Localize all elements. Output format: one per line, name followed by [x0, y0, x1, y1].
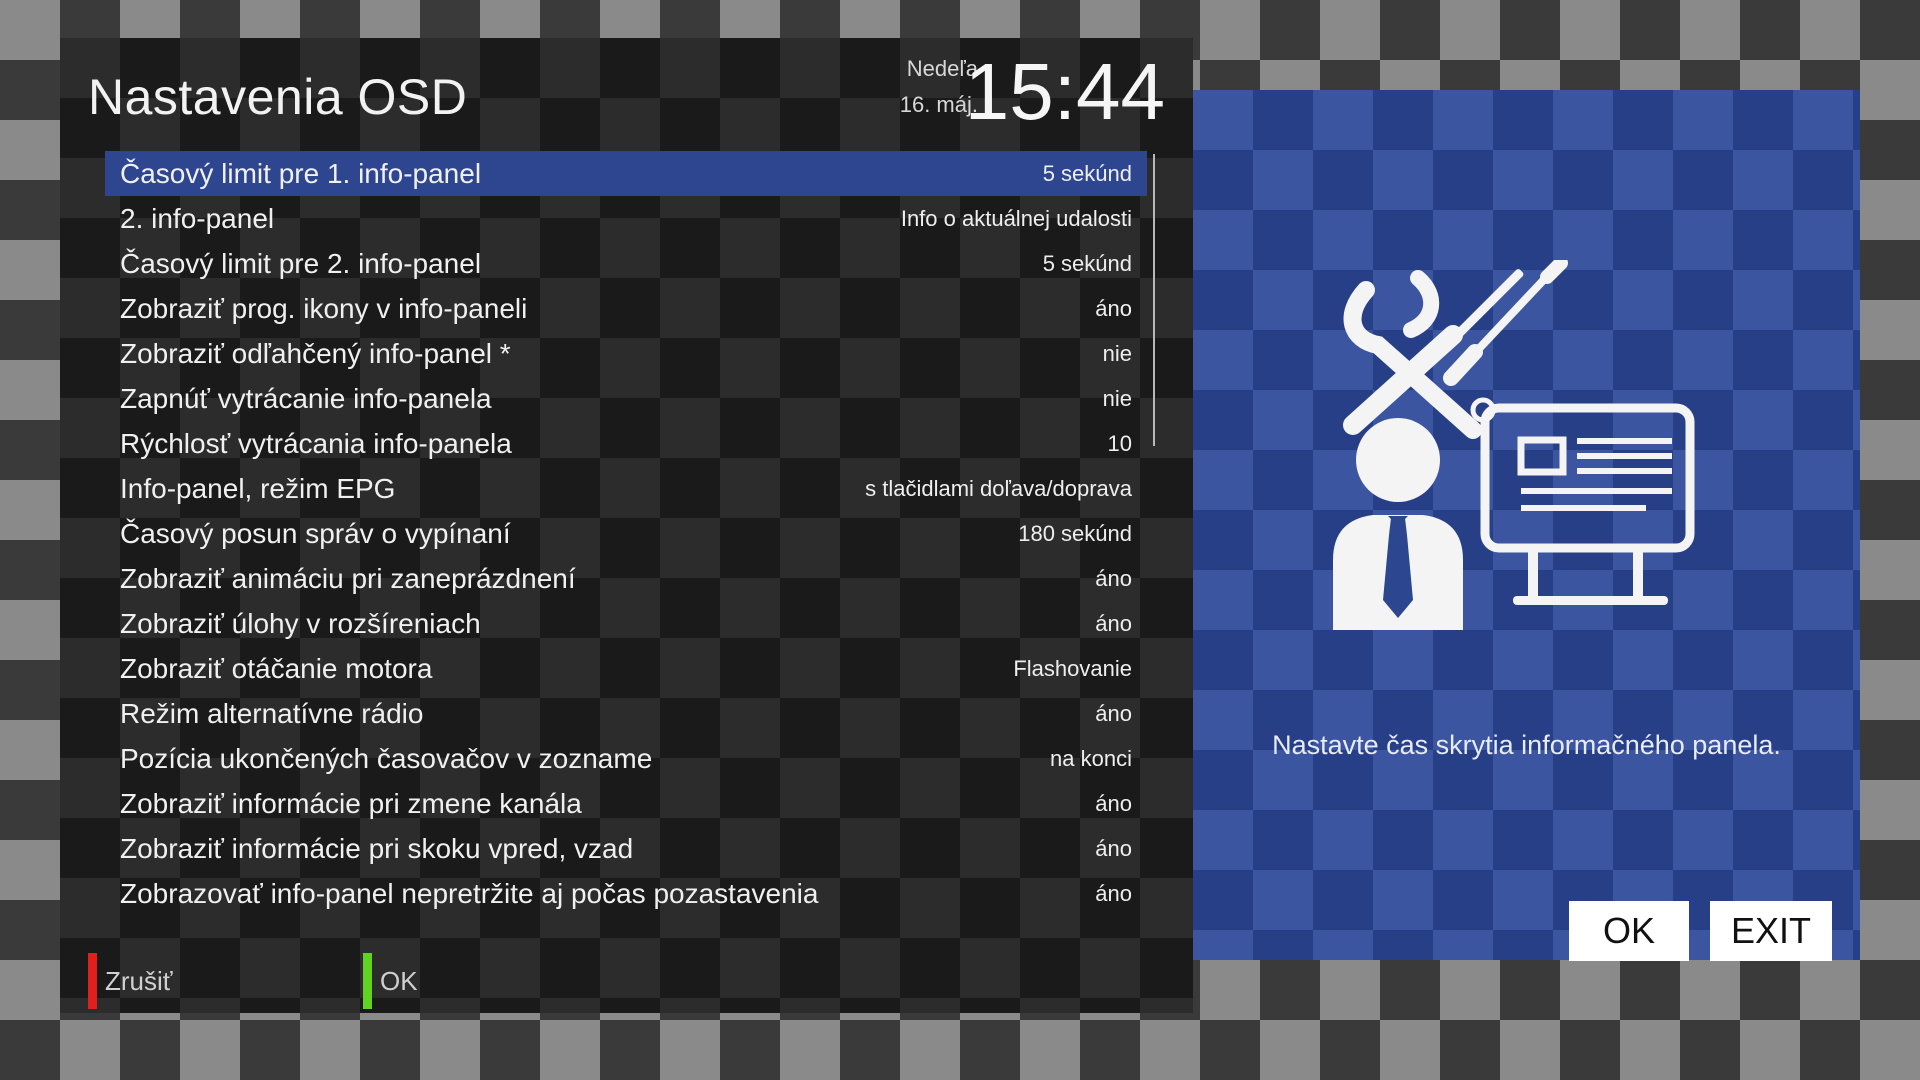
- settings-row[interactable]: Režim alternatívne rádio áno: [105, 691, 1147, 736]
- setting-value: áno: [1095, 565, 1132, 591]
- cancel-button[interactable]: Zrušiť: [88, 953, 173, 1009]
- setting-label: Časový limit pre 2. info-panel: [120, 247, 482, 279]
- setting-label: Zobraziť úlohy v rozšíreniach: [120, 607, 481, 639]
- clock: 15:44: [964, 47, 1165, 136]
- settings-panel: Nastavenia OSD Nedeľa 16. máj. 15:44 Čas…: [60, 38, 1193, 1013]
- exit-button[interactable]: EXIT: [1710, 901, 1832, 961]
- help-text: Nastavte čas skrytia informačného panela…: [1272, 730, 1781, 760]
- setting-value: na konci: [1050, 745, 1132, 771]
- ok-button[interactable]: OK: [1569, 901, 1689, 961]
- setting-value: 5 sekúnd: [1042, 160, 1132, 186]
- page-title: Nastavenia OSD: [88, 69, 468, 125]
- setting-label: Časový limit pre 1. info-panel: [120, 157, 482, 189]
- setting-label: 2. info-panel: [120, 202, 275, 234]
- green-key-indicator: [363, 953, 372, 1009]
- setting-value: s tlačidlami doľava/doprava: [865, 475, 1132, 501]
- ok-key-label: OK: [380, 965, 418, 996]
- setting-label: Zobraziť odľahčený info-panel *: [120, 337, 511, 369]
- settings-row[interactable]: Zobraziť animáciu pri zaneprázdnení áno: [105, 556, 1147, 601]
- setting-value: áno: [1095, 880, 1132, 906]
- settings-row[interactable]: Rýchlosť vytrácania info-panela 10: [105, 421, 1147, 466]
- setting-label: Zobraziť informácie pri skoku vpred, vza…: [120, 832, 634, 864]
- settings-row[interactable]: Časový limit pre 2. info-panel 5 sekúnd: [105, 241, 1147, 286]
- setting-label: Zobraziť prog. ikony v info-paneli: [120, 292, 528, 324]
- setting-value: nie: [1102, 385, 1132, 411]
- setting-label: Zobraziť informácie pri zmene kanála: [120, 787, 582, 819]
- settings-row[interactable]: Zobrazovať info-panel nepretržite aj poč…: [105, 871, 1147, 916]
- setting-label: Zapnúť vytrácanie info-panela: [120, 382, 492, 414]
- settings-row[interactable]: Zobraziť informácie pri zmene kanála áno: [105, 781, 1147, 826]
- setting-value: áno: [1095, 610, 1132, 636]
- setting-value: Flashovanie: [1013, 655, 1132, 681]
- ok-key-button[interactable]: OK: [363, 953, 418, 1009]
- setting-label: Info-panel, režim EPG: [120, 472, 396, 504]
- setting-value: nie: [1102, 340, 1132, 366]
- setting-label: Zobrazovať info-panel nepretržite aj poč…: [120, 877, 819, 909]
- setting-label: Rýchlosť vytrácania info-panela: [120, 427, 512, 459]
- info-panel: Nastavte čas skrytia informačného panela…: [1193, 90, 1860, 961]
- setting-label: Časový posun správ o vypínaní: [120, 517, 511, 549]
- setting-value: 5 sekúnd: [1042, 250, 1132, 276]
- settings-row[interactable]: Info-panel, režim EPG s tlačidlami doľava…: [105, 466, 1147, 511]
- settings-row[interactable]: Pozícia ukončených časovačov v zozname na…: [105, 736, 1147, 781]
- setting-value: áno: [1095, 790, 1132, 816]
- scrollbar[interactable]: [1153, 154, 1155, 446]
- settings-row[interactable]: Zapnúť vytrácanie info-panela nie: [105, 376, 1147, 421]
- settings-row[interactable]: Časový posun správ o vypínaní 180 sekúnd: [105, 511, 1147, 556]
- settings-row[interactable]: Zobraziť úlohy v rozšíreniach áno: [105, 601, 1147, 646]
- setting-label: Zobraziť animáciu pri zaneprázdnení: [120, 562, 576, 594]
- settings-row[interactable]: Zobraziť prog. ikony v info-paneli áno: [105, 286, 1147, 331]
- settings-row[interactable]: 2. info-panel Info o aktuálnej udalosti: [105, 196, 1147, 241]
- setting-value: áno: [1095, 835, 1132, 861]
- red-key-indicator: [88, 953, 97, 1009]
- setting-value: áno: [1095, 295, 1132, 321]
- settings-list: Časový limit pre 1. info-panel 5 sekúnd 2.…: [105, 151, 1147, 916]
- settings-row[interactable]: Časový limit pre 1. info-panel 5 sekúnd: [105, 151, 1147, 196]
- cancel-label: Zrušiť: [105, 965, 173, 996]
- settings-row[interactable]: Zobraziť odľahčený info-panel * nie: [105, 331, 1147, 376]
- settings-row[interactable]: Zobraziť informácie pri skoku vpred, vza…: [105, 826, 1147, 871]
- settings-row[interactable]: Zobraziť otáčanie motora Flashovanie: [105, 646, 1147, 691]
- setting-label: Zobraziť otáčanie motora: [120, 652, 433, 684]
- setting-value: áno: [1095, 700, 1132, 726]
- setting-label: Režim alternatívne rádio: [120, 697, 424, 729]
- setting-value: 10: [1107, 430, 1132, 456]
- settings-user-monitor-icon: [1333, 260, 1695, 630]
- setting-label: Pozícia ukončených časovačov v zozname: [120, 742, 653, 774]
- setting-value: 180 sekúnd: [1018, 520, 1132, 546]
- setting-value: Info o aktuálnej udalosti: [900, 205, 1132, 231]
